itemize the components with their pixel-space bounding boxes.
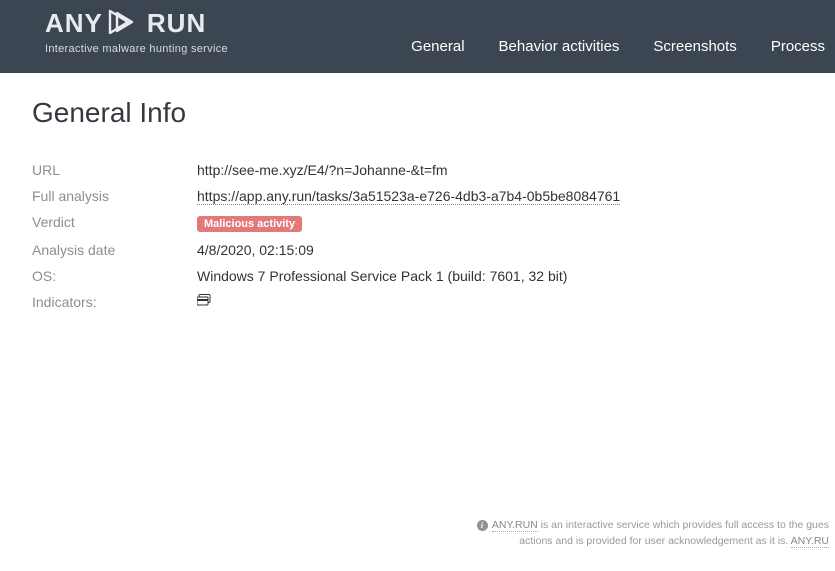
nav-screenshots[interactable]: Screenshots (653, 38, 736, 55)
value-full-analysis: https://app.any.run/tasks/3a51523a-e726-… (197, 183, 805, 209)
footer-disclaimer: i ANY.RUN is an interactive service whic… (0, 518, 835, 550)
value-analysis-date: 4/8/2020, 02:15:09 (197, 237, 805, 263)
label-full-analysis: Full analysis (32, 183, 197, 209)
label-url: URL (32, 157, 197, 183)
full-analysis-link[interactable]: https://app.any.run/tasks/3a51523a-e726-… (197, 188, 620, 205)
nav-general[interactable]: General (411, 38, 464, 55)
brand-run: RUN (147, 8, 206, 39)
nav-behavior[interactable]: Behavior activities (499, 38, 620, 55)
nav-process[interactable]: Process (771, 38, 825, 55)
brand-logo: ANY RUN (45, 8, 228, 39)
row-os: OS: Windows 7 Professional Service Pack … (32, 263, 805, 289)
label-verdict: Verdict (32, 209, 197, 237)
label-analysis-date: Analysis date (32, 237, 197, 263)
row-analysis-date: Analysis date 4/8/2020, 02:15:09 (32, 237, 805, 263)
brand-any: ANY (45, 8, 103, 39)
row-full-analysis: Full analysis https://app.any.run/tasks/… (32, 183, 805, 209)
value-indicators (197, 289, 805, 315)
footer-brand-link-1[interactable]: ANY.RUN (492, 519, 538, 532)
footer-brand-link-2[interactable]: ANY.RU (791, 535, 829, 548)
general-info-table: URL http://see-me.xyz/E4/?n=Johanne-&t=f… (32, 157, 805, 315)
row-url: URL http://see-me.xyz/E4/?n=Johanne-&t=f… (32, 157, 805, 183)
value-verdict: Malicious activity (197, 209, 805, 237)
brand-block[interactable]: ANY RUN Interactive malware hunting serv… (45, 8, 228, 55)
app-header: ANY RUN Interactive malware hunting serv… (0, 0, 835, 73)
main-nav: General Behavior activities Screenshots … (411, 38, 835, 55)
row-verdict: Verdict Malicious activity (32, 209, 805, 237)
row-indicators: Indicators: (32, 289, 805, 315)
credit-card-icon (197, 294, 212, 310)
footer-text-1: is an interactive service which provides… (538, 519, 829, 531)
verdict-badge: Malicious activity (197, 216, 302, 232)
content-area: General Info URL http://see-me.xyz/E4/?n… (0, 73, 835, 315)
info-icon: i (477, 520, 488, 531)
brand-tagline: Interactive malware hunting service (45, 43, 228, 55)
label-os: OS: (32, 263, 197, 289)
footer-text-2: actions and is provided for user acknowl… (519, 535, 790, 547)
play-logo-icon (108, 9, 142, 38)
value-url: http://see-me.xyz/E4/?n=Johanne-&t=fm (197, 157, 805, 183)
page-title: General Info (32, 97, 805, 129)
label-indicators: Indicators: (32, 289, 197, 315)
value-os: Windows 7 Professional Service Pack 1 (b… (197, 263, 805, 289)
